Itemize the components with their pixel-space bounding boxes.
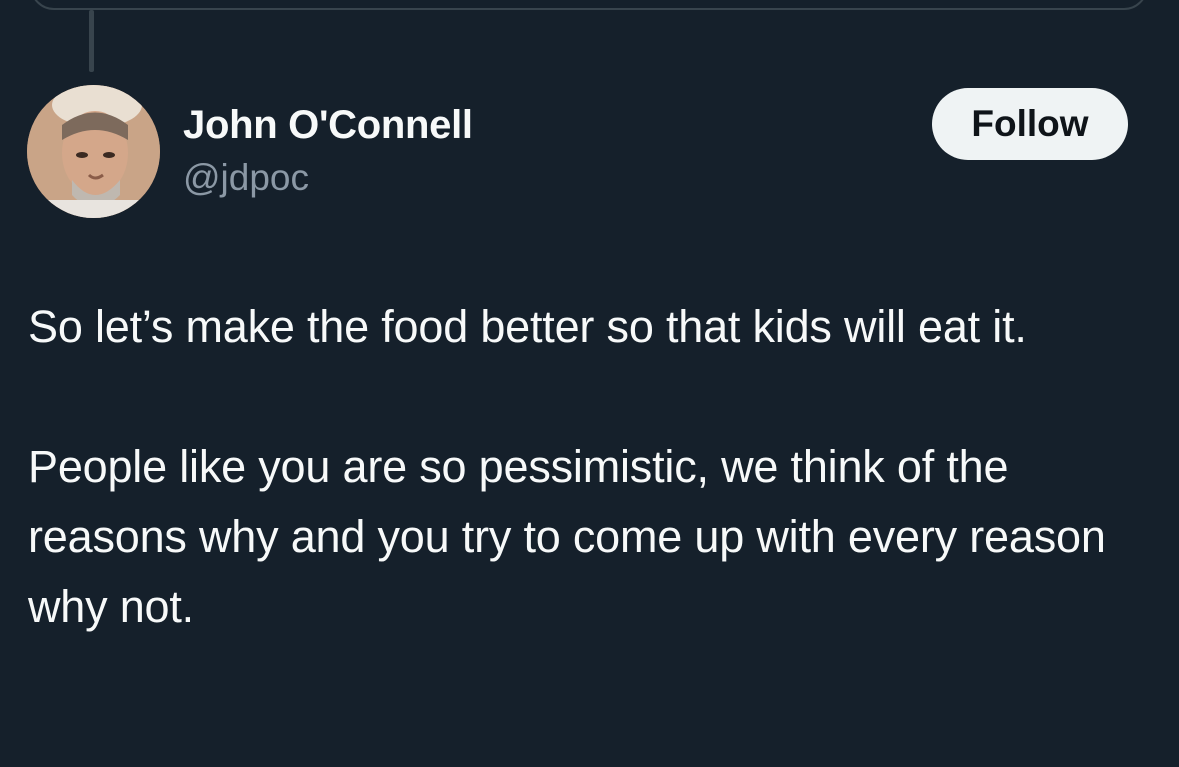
previous-tweet-card-edge	[30, 0, 1148, 10]
avatar-portrait-icon	[27, 85, 160, 218]
tweet-paragraph: So let’s make the food better so that ki…	[28, 301, 1027, 352]
tweet-screen: John O'Connell @jdpoc Follow So let’s ma…	[0, 0, 1179, 767]
avatar[interactable]	[27, 85, 160, 218]
tweet-body: So let’s make the food better so that ki…	[28, 292, 1153, 642]
author-display-name[interactable]: John O'Connell	[183, 100, 473, 150]
thread-connector-line	[89, 10, 94, 72]
follow-button[interactable]: Follow	[932, 88, 1128, 160]
tweet-paragraph: People like you are so pessimistic, we t…	[28, 441, 1106, 632]
author-handle[interactable]: @jdpoc	[183, 153, 309, 203]
